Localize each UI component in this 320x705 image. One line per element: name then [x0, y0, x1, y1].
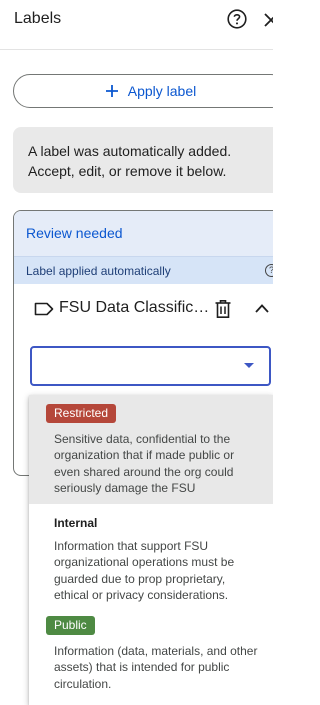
- option-chip: Restricted: [46, 404, 117, 423]
- option-title: Internal: [54, 516, 98, 530]
- option-restricted[interactable]: Restricted Sensitive data, confidential …: [29, 395, 273, 504]
- label-tag-icon: [34, 302, 54, 316]
- panel-header: Labels: [0, 0, 273, 50]
- label-options-dropdown: Restricted Sensitive data, confidential …: [29, 395, 273, 705]
- header-divider: [0, 49, 273, 50]
- option-internal[interactable]: Internal Information that support FSU or…: [29, 504, 273, 608]
- option-public[interactable]: Public Information (data, materials, and…: [29, 608, 273, 705]
- option-chip: Public: [46, 616, 95, 635]
- review-card-title: Review needed: [26, 225, 123, 241]
- chevron-up-icon[interactable]: [254, 302, 270, 314]
- applied-label-name[interactable]: FSU Data Classific…: [59, 299, 209, 317]
- apply-label-text: Apply label: [127, 83, 197, 99]
- review-card-subheader: Label applied automatically ?: [14, 256, 273, 284]
- trash-icon[interactable]: [214, 299, 232, 319]
- option-description: Information (data, materials, and other …: [54, 644, 258, 691]
- review-card-subtitle: Label applied automatically: [26, 264, 171, 278]
- labels-panel: Labels Apply label A label was automatic…: [0, 0, 273, 705]
- caret-down-icon: [244, 363, 254, 368]
- panel-title: Labels: [14, 10, 62, 27]
- option-description: Information that support FSU organizatio…: [54, 539, 235, 602]
- help-icon[interactable]: ?: [265, 264, 273, 277]
- label-value-select[interactable]: [30, 346, 271, 386]
- close-icon[interactable]: [264, 13, 273, 27]
- option-description: Sensitive data, confidential to the orga…: [54, 432, 235, 495]
- review-card-header: Review needed: [14, 211, 273, 256]
- applied-label-row: FSU Data Classific…: [14, 289, 273, 329]
- help-circle-icon[interactable]: [227, 9, 247, 29]
- auto-label-info: A label was automatically added. Accept,…: [13, 127, 273, 193]
- apply-label-button[interactable]: Apply label: [13, 74, 273, 108]
- info-text: A label was automatically added. Accept,…: [28, 143, 232, 179]
- plus-icon: [105, 85, 118, 97]
